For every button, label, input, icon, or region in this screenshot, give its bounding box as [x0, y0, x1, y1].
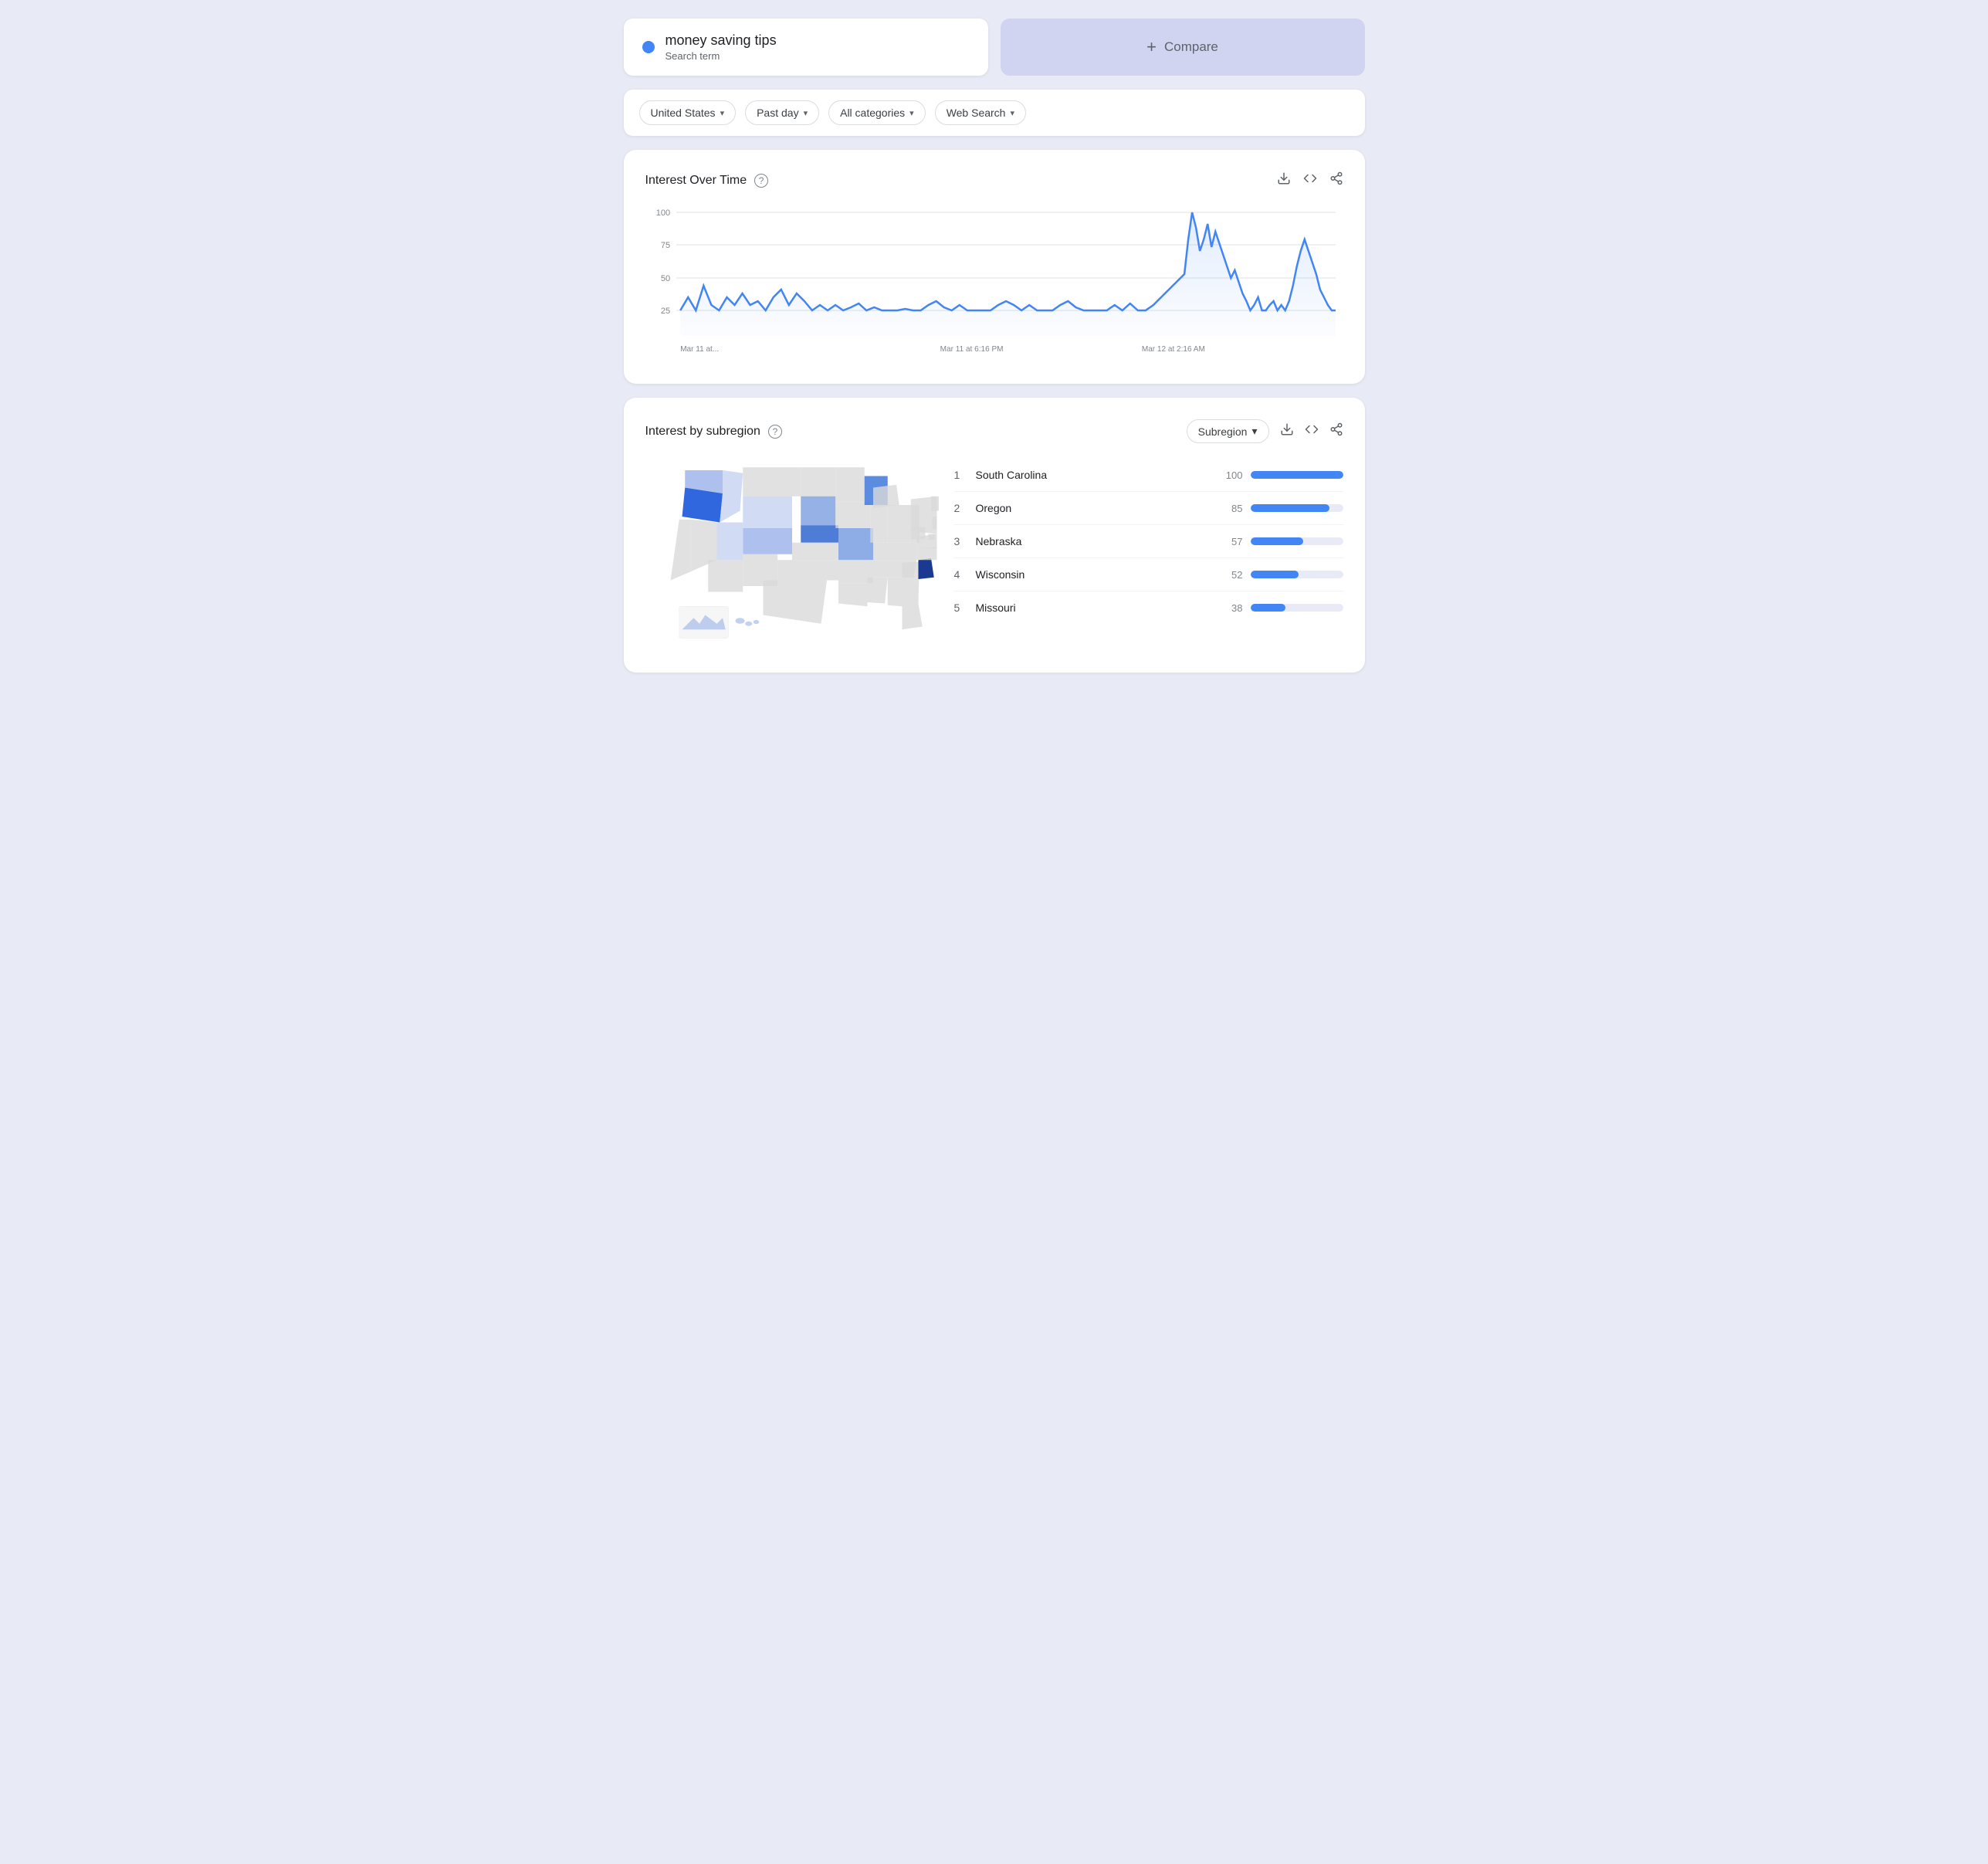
chevron-down-icon: ▾ [1251, 425, 1257, 438]
subregion-dropdown[interactable]: Subregion ▾ [1187, 419, 1269, 443]
rank-bar-bg-3 [1251, 537, 1343, 545]
section-title-row-ibs: Interest by subregion ? [645, 425, 782, 439]
rank-value-4: 52 [1215, 569, 1243, 581]
rank-num-3: 3 [954, 535, 976, 547]
filter-type-label: Web Search [947, 107, 1006, 119]
rank-bar-fill-1 [1251, 471, 1343, 479]
rank-bar-bg-4 [1251, 571, 1343, 578]
filter-type[interactable]: Web Search ▾ [935, 100, 1026, 125]
filter-region[interactable]: United States ▾ [639, 100, 737, 125]
search-text-block: money saving tips Search term [665, 32, 777, 62]
embed-icon[interactable] [1303, 171, 1317, 189]
section-header-ibs: Interest by subregion ? Subregion ▾ [645, 419, 1343, 443]
ranking-row-1: 1 South Carolina 100 [954, 459, 1343, 492]
chevron-down-icon: ▾ [804, 108, 808, 118]
filter-time[interactable]: Past day ▾ [745, 100, 819, 125]
subregion-content: 1 South Carolina 100 2 Oregon 85 [645, 459, 1343, 648]
rank-value-3: 57 [1215, 536, 1243, 547]
rank-bar-fill-4 [1251, 571, 1299, 578]
section-title-row-iot: Interest Over Time ? [645, 174, 769, 188]
compare-plus-icon: + [1146, 37, 1157, 57]
search-dot [642, 41, 655, 53]
svg-text:75: 75 [660, 241, 669, 250]
ranking-row-5: 5 Missouri 38 [954, 591, 1343, 624]
ranking-row-3: 3 Nebraska 57 [954, 525, 1343, 558]
main-container: money saving tips Search term + Compare … [624, 19, 1365, 673]
svg-text:Mar 11 at 6:16 PM: Mar 11 at 6:16 PM [940, 345, 1003, 354]
search-term: money saving tips [665, 32, 777, 49]
rank-bar-fill-2 [1251, 504, 1329, 512]
subregion-dropdown-label: Subregion [1198, 425, 1248, 438]
interest-by-subregion-card: Interest by subregion ? Subregion ▾ [624, 398, 1365, 673]
chart-svg: 100 75 50 25 Mar 11 at... Mar 11 at 6:16… [645, 205, 1343, 359]
rank-name-1: South Carolina [976, 469, 1215, 481]
top-row: money saving tips Search term + Compare [624, 19, 1365, 76]
svg-text:25: 25 [660, 307, 669, 316]
share-icon[interactable] [1329, 171, 1343, 189]
compare-card[interactable]: + Compare [1001, 19, 1365, 76]
ibs-actions: Subregion ▾ [1187, 419, 1343, 443]
rank-num-1: 1 [954, 469, 976, 481]
section-header-iot: Interest Over Time ? [645, 171, 1343, 189]
rank-num-5: 5 [954, 602, 976, 614]
rank-name-4: Wisconsin [976, 568, 1215, 581]
rank-num-2: 2 [954, 502, 976, 514]
rankings-area: 1 South Carolina 100 2 Oregon 85 [954, 459, 1343, 624]
iot-title: Interest Over Time [645, 174, 747, 188]
chart-area: 100 75 50 25 Mar 11 at... Mar 11 at 6:16… [645, 205, 1343, 359]
iot-help-icon[interactable]: ? [754, 174, 768, 188]
rank-value-1: 100 [1215, 469, 1243, 481]
download-icon[interactable] [1277, 171, 1291, 189]
rank-bar-fill-5 [1251, 604, 1286, 612]
chevron-down-icon: ▾ [1010, 108, 1014, 118]
ibs-title: Interest by subregion [645, 425, 760, 439]
chevron-down-icon: ▾ [720, 108, 725, 118]
us-map [645, 459, 939, 648]
svg-text:Mar 11 at...: Mar 11 at... [680, 345, 719, 354]
filter-category[interactable]: All categories ▾ [828, 100, 926, 125]
rank-value-5: 38 [1215, 602, 1243, 614]
chevron-down-icon: ▾ [909, 108, 914, 118]
svg-text:50: 50 [660, 274, 669, 283]
filter-time-label: Past day [757, 107, 798, 119]
search-card: money saving tips Search term [624, 19, 988, 76]
ibs-share-icon[interactable] [1329, 422, 1343, 440]
interest-over-time-card: Interest Over Time ? [624, 150, 1365, 384]
filter-region-label: United States [651, 107, 716, 119]
filters-row: United States ▾ Past day ▾ All categorie… [624, 90, 1365, 136]
compare-label: Compare [1164, 39, 1218, 55]
ranking-row-2: 2 Oregon 85 [954, 492, 1343, 525]
rank-name-3: Nebraska [976, 535, 1215, 547]
filter-category-label: All categories [840, 107, 905, 119]
rank-value-2: 85 [1215, 503, 1243, 514]
rank-name-2: Oregon [976, 502, 1215, 514]
ibs-help-icon[interactable]: ? [768, 425, 782, 439]
svg-text:100: 100 [655, 208, 669, 218]
ibs-download-icon[interactable] [1280, 422, 1294, 440]
rank-num-4: 4 [954, 568, 976, 581]
rank-name-5: Missouri [976, 602, 1215, 614]
svg-text:Mar 12 at 2:16 AM: Mar 12 at 2:16 AM [1141, 345, 1204, 354]
iot-actions [1277, 171, 1343, 189]
ranking-row-4: 4 Wisconsin 52 [954, 558, 1343, 591]
search-term-sublabel: Search term [665, 50, 777, 62]
rank-bar-bg-5 [1251, 604, 1343, 612]
ibs-embed-icon[interactable] [1305, 422, 1319, 440]
rank-bar-bg-1 [1251, 471, 1343, 479]
map-svg [645, 459, 939, 644]
rank-bar-fill-3 [1251, 537, 1303, 545]
rank-bar-bg-2 [1251, 504, 1343, 512]
